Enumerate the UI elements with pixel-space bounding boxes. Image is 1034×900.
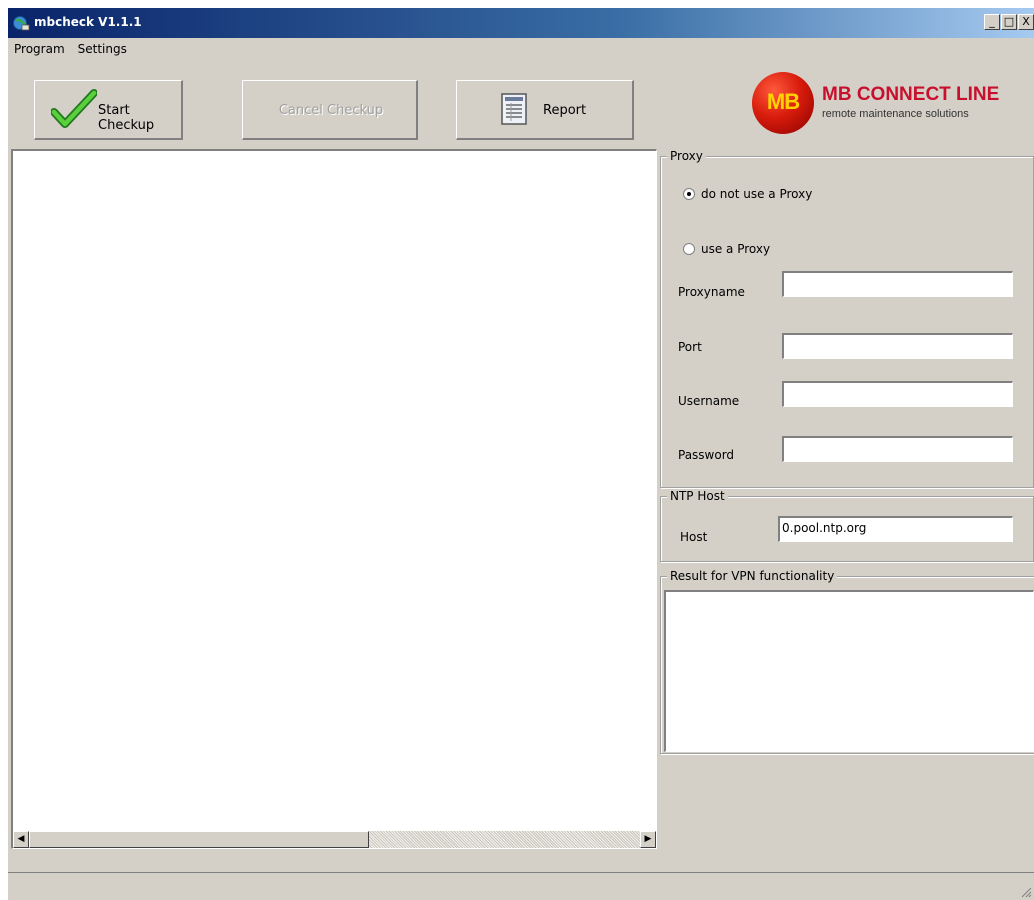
window-controls: _ □ X [984,14,1034,30]
proxyname-label: Proxyname [678,285,745,299]
window-title: mbcheck V1.1.1 [34,15,142,29]
port-label: Port [678,340,702,354]
scrollbar-thumb[interactable] [29,831,369,848]
resize-grip-icon[interactable] [1020,883,1032,898]
start-checkup-button[interactable]: Start Checkup [34,80,183,140]
scroll-left-icon[interactable]: ◀ [13,831,29,848]
checkmark-icon [50,89,98,135]
horizontal-scrollbar[interactable]: ◀ ▶ [13,831,656,848]
radio-no-proxy[interactable]: do not use a Proxy [683,187,812,201]
proxy-group-title: Proxy [667,149,706,163]
radio-no-proxy-button[interactable] [683,188,695,200]
status-bar [8,872,1034,898]
password-label: Password [678,448,735,462]
password-input[interactable] [782,436,1013,462]
radio-no-proxy-label: do not use a Proxy [701,187,813,201]
radio-use-proxy-button[interactable] [683,243,695,255]
menu-bar: Program Settings [8,39,1034,61]
logo-name: MB CONNECT LINE [822,84,1000,105]
menu-program[interactable]: Program [8,39,72,61]
radio-use-proxy[interactable]: use a Proxy [683,242,770,256]
proxyname-input[interactable] [782,271,1013,297]
report-button[interactable]: Report [456,80,634,140]
close-button[interactable]: X [1018,14,1034,30]
username-label: Username [678,394,740,408]
network-globe-icon [12,15,30,31]
ntp-group-title: NTP Host [667,489,728,503]
start-checkup-label: Start Checkup [98,103,155,133]
cancel-checkup-button[interactable]: Cancel Checkup [242,80,418,140]
vpn-result-title: Result for VPN functionality [667,569,838,583]
minimize-button[interactable]: _ [984,14,1000,30]
username-input[interactable] [782,381,1013,407]
title-bar[interactable]: mbcheck V1.1.1 _ □ X [8,8,1034,38]
mb-logo: MB [752,72,814,134]
log-output-area[interactable]: ◀ ▶ [11,149,657,849]
scroll-right-icon[interactable]: ▶ [640,831,656,848]
port-input[interactable] [782,333,1013,359]
vpn-result-output[interactable] [664,590,1034,752]
host-label: Host [680,530,708,544]
app-window: mbcheck V1.1.1 _ □ X Program Settings St… [8,8,1034,900]
report-document-icon [501,93,527,129]
logo-tagline: remote maintenance solutions [822,108,969,120]
logo-badge: MB [766,89,800,114]
host-input[interactable]: 0.pool.ntp.org [778,516,1013,542]
maximize-button[interactable]: □ [1001,14,1017,30]
radio-use-proxy-label: use a Proxy [701,242,771,256]
report-label: Report [543,103,587,118]
menu-settings[interactable]: Settings [72,39,134,61]
cancel-checkup-label: Cancel Checkup [278,103,384,118]
